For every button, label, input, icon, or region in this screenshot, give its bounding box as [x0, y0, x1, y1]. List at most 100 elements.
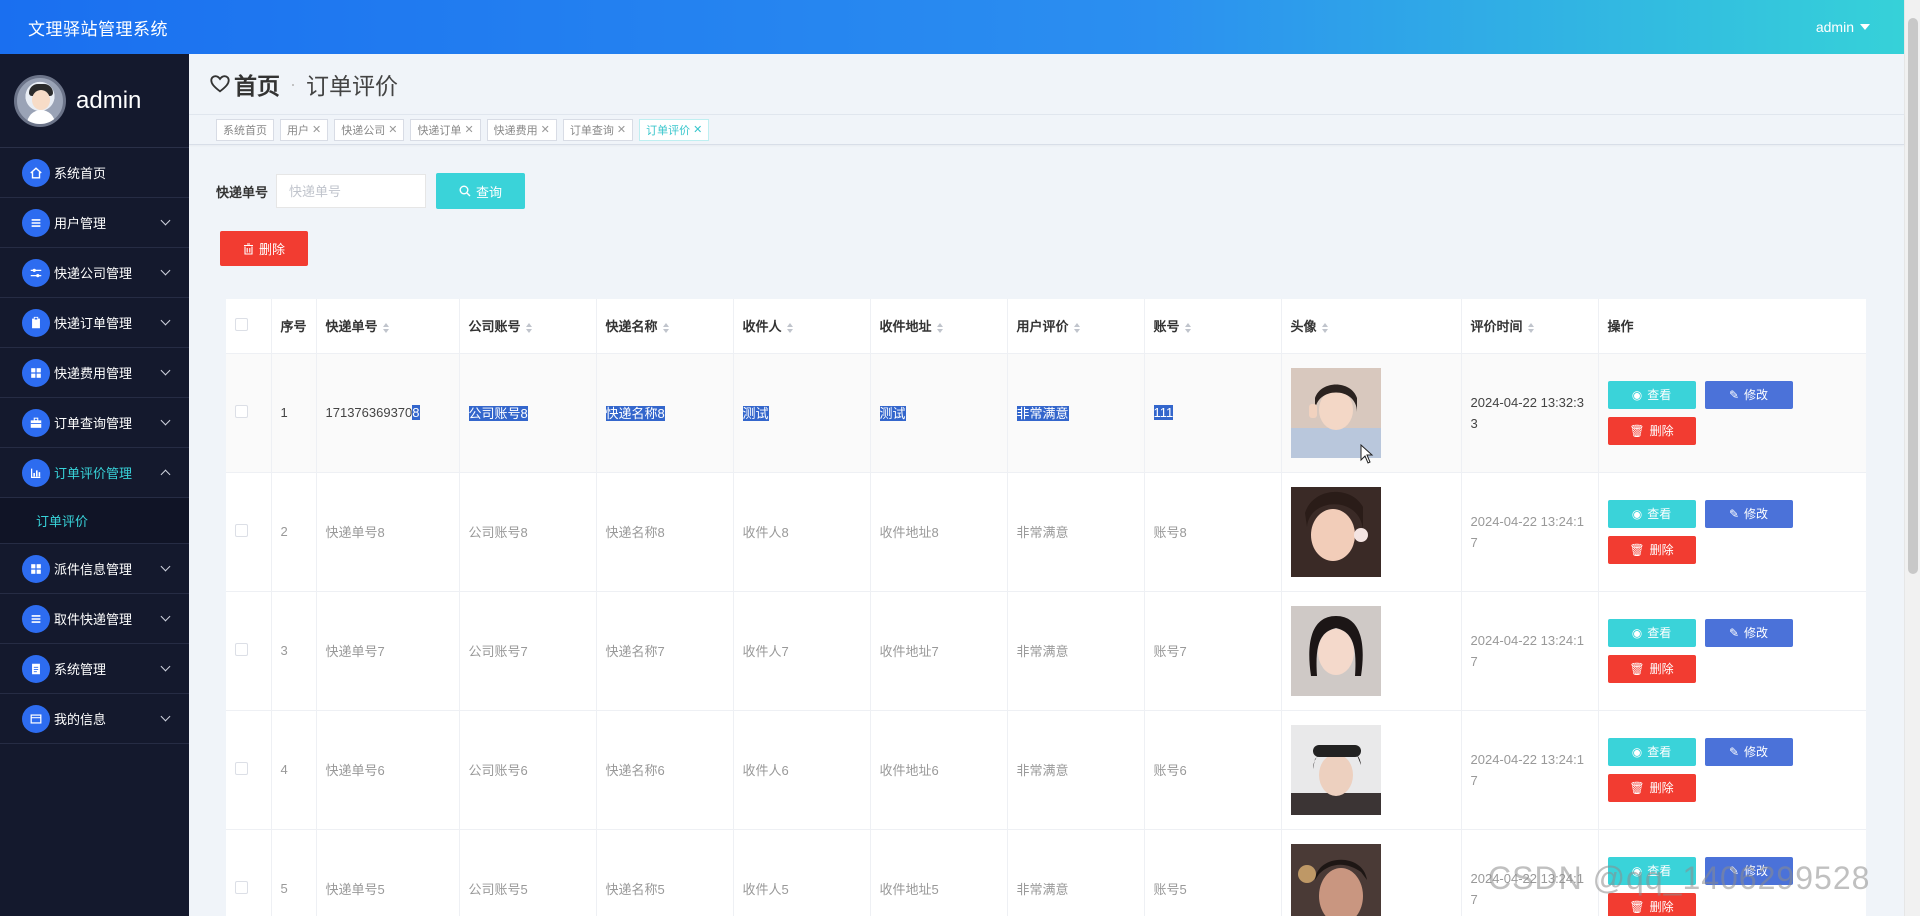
tag-review[interactable]: 订单评价 ✕ [639, 118, 710, 141]
row-checkbox[interactable] [235, 761, 248, 775]
column-header[interactable]: 头像 [1281, 299, 1462, 354]
grid-icon [22, 554, 50, 583]
cell-actions: ◉ 查看 ✎ 修改 🗑 删除 [1598, 591, 1866, 711]
user-photo[interactable] [1290, 843, 1381, 916]
view-button[interactable]: ◉ 查看 [1607, 499, 1696, 528]
cell-index: 2 [271, 472, 317, 592]
sidebar-item-pickup[interactable]: 取件快递管理 [0, 594, 189, 644]
view-button[interactable]: ◉ 查看 [1607, 737, 1696, 766]
edit-button[interactable]: ✎ 修改 [1704, 737, 1793, 766]
column-header[interactable]: 用户评价 [1007, 299, 1145, 354]
user-menu-label: admin [1815, 19, 1854, 35]
column-header[interactable]: 账号 [1144, 299, 1282, 354]
cell-review-time: 2024-04-22 13:24:1 7 [1461, 710, 1599, 830]
sidebar-item-orders[interactable]: 快递订单管理 [0, 298, 189, 348]
sidebar-item-myinfo[interactable]: 我的信息 [0, 694, 189, 744]
search-input[interactable] [276, 174, 427, 208]
cell-avatar [1281, 591, 1462, 711]
sort-icon[interactable] [1321, 322, 1328, 333]
column-header[interactable]: 快递单号 [316, 299, 460, 354]
close-icon[interactable]: ✕ [617, 123, 626, 136]
tag-home[interactable]: 系统首页 [216, 118, 274, 141]
close-icon[interactable]: ✕ [388, 123, 397, 136]
row-checkbox[interactable] [235, 880, 248, 894]
cell-tracking-no: 1713763693708 [316, 353, 460, 473]
query-button[interactable]: 查询 [436, 173, 526, 209]
tag-fees[interactable]: 快递费用 ✕ [486, 118, 557, 141]
row-delete-button[interactable]: 🗑 删除 [1607, 535, 1696, 564]
tag-company[interactable]: 快递公司 ✕ [334, 118, 405, 141]
tag-users[interactable]: 用户 ✕ [280, 118, 329, 141]
sidebar-item-query[interactable]: 订单查询管理 [0, 398, 189, 448]
sort-icon[interactable] [1073, 322, 1080, 333]
tag-orders[interactable]: 快递订单 ✕ [410, 118, 481, 141]
edit-button[interactable]: ✎ 修改 [1704, 618, 1793, 647]
select-all-checkbox[interactable] [235, 317, 248, 331]
cell-courier-name: 快递名称8 [596, 353, 734, 473]
sort-icon[interactable] [525, 322, 532, 333]
tag-query[interactable]: 订单查询 ✕ [562, 118, 634, 141]
view-button[interactable]: ◉ 查看 [1607, 618, 1696, 647]
tag-label: 订单查询 [569, 124, 614, 137]
sidebar-item-fees[interactable]: 快递费用管理 [0, 348, 189, 398]
sort-icon[interactable] [786, 322, 793, 333]
user-photo[interactable] [1290, 724, 1381, 815]
cell-index: 5 [271, 829, 317, 916]
delete-button-label: 删除 [258, 242, 285, 257]
sidebar-subitem-review[interactable]: 订单评价 [0, 498, 189, 544]
user-photo[interactable] [1290, 486, 1381, 577]
sort-icon[interactable] [1527, 322, 1534, 333]
sort-icon[interactable] [382, 322, 389, 333]
close-icon[interactable]: ✕ [464, 123, 473, 136]
view-button[interactable]: ◉ 查看 [1607, 380, 1696, 409]
row-checkbox[interactable] [235, 404, 248, 418]
column-header[interactable]: 公司账号 [459, 299, 597, 354]
cell-avatar [1281, 710, 1462, 830]
table-header-row: 序号 快递单号 公司账号 快递名称 收件人 收件地址 用户评价 账号 头像 评价… [226, 299, 1866, 354]
cell-receiver: 测试 [733, 353, 871, 473]
row-delete-button[interactable]: 🗑 删除 [1607, 773, 1696, 802]
column-header[interactable]: 快递名称 [596, 299, 734, 354]
close-icon[interactable]: ✕ [312, 123, 321, 136]
column-header[interactable]: 收件人 [733, 299, 871, 354]
edit-button[interactable]: ✎ 修改 [1704, 499, 1793, 528]
sidebar-item-company[interactable]: 快递公司管理 [0, 248, 189, 298]
column-header[interactable]: 评价时间 [1461, 299, 1599, 354]
briefcase-icon [22, 408, 50, 437]
chevron-up-icon [160, 469, 171, 480]
close-icon[interactable]: ✕ [541, 123, 550, 136]
cell-address: 收件地址8 [870, 472, 1008, 592]
column-header[interactable]: 收件地址 [870, 299, 1008, 354]
cell-account: 111 [1144, 353, 1282, 473]
delete-button[interactable]: 删除 [220, 231, 308, 266]
sidebar-item-users[interactable]: 用户管理 [0, 198, 189, 248]
sidebar-item-review[interactable]: 订单评价管理 [0, 448, 189, 498]
cell-avatar [1281, 829, 1462, 916]
sidebar-item-label: 快递公司管理 [54, 266, 133, 281]
row-checkbox[interactable] [235, 642, 248, 656]
edit-button[interactable]: ✎ 修改 [1704, 380, 1793, 409]
table-row: 2 快递单号8 公司账号8 快递名称8 收件人8 收件地址8 非常满意 账号8 … [226, 472, 1866, 592]
wallet-icon [22, 704, 50, 733]
user-photo[interactable] [1290, 605, 1381, 696]
sidebar-item-home[interactable]: 系统首页 [0, 148, 189, 198]
sort-icon[interactable] [1184, 322, 1191, 333]
sidebar-item-label: 快递费用管理 [54, 366, 133, 381]
row-delete-button[interactable]: 🗑 删除 [1607, 416, 1696, 445]
user-menu[interactable]: admin [1816, 19, 1870, 35]
row-delete-button[interactable]: 🗑 删除 [1607, 654, 1696, 683]
search-icon [459, 185, 471, 197]
scrollbar-thumb[interactable] [1908, 18, 1918, 574]
sort-icon[interactable] [662, 322, 669, 333]
row-checkbox[interactable] [235, 523, 248, 537]
sort-icon[interactable] [936, 322, 943, 333]
tag-label: 订单评价 [646, 124, 691, 137]
sidebar-item-system[interactable]: 系统管理 [0, 644, 189, 694]
sidebar-item-dispatch[interactable]: 派件信息管理 [0, 544, 189, 594]
breadcrumb-home[interactable]: 首页 [234, 67, 280, 101]
chart-icon [22, 458, 50, 487]
close-icon[interactable]: ✕ [693, 123, 702, 136]
page-scrollbar[interactable] [1904, 0, 1920, 916]
sliders-icon [22, 258, 50, 287]
home-icon [22, 158, 50, 187]
